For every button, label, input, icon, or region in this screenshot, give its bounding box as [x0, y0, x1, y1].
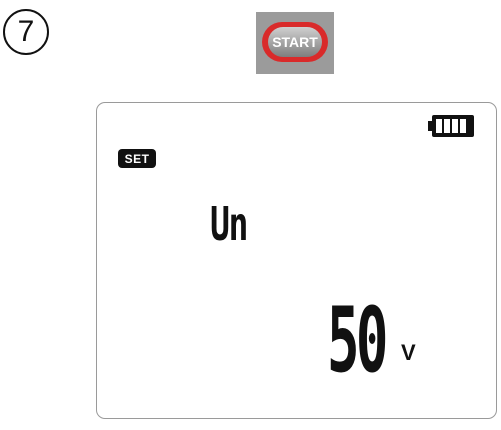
parameter-name: Un: [210, 197, 248, 251]
lcd-display: SET Un 50 V: [96, 102, 497, 419]
set-mode-badge: SET: [118, 149, 156, 168]
step-number-badge: 7: [3, 9, 49, 55]
start-button[interactable]: START: [268, 27, 322, 57]
measurement-unit: V: [401, 340, 416, 365]
battery-full-icon: [428, 115, 474, 137]
measurement-value: 50: [327, 288, 388, 393]
step-number: 7: [17, 15, 35, 48]
start-button-ring: START: [262, 22, 328, 62]
start-button-image: START: [256, 12, 334, 74]
